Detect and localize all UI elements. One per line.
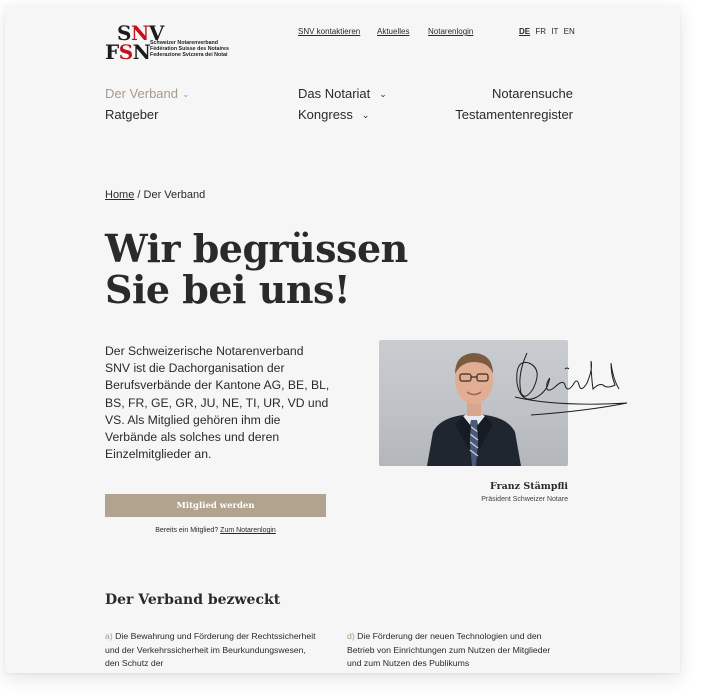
snv-logo[interactable]: SNV FSN Schweizer Notarenverband Fédérat… xyxy=(105,22,240,66)
president-name: Franz Stämpfli xyxy=(490,481,568,492)
purpose-item-text: Die Bewahrung und Förderung der Rechtssi… xyxy=(105,631,316,668)
page-title: Wir begrüssen Sie bei uns! xyxy=(105,228,445,310)
language-switcher: DE FR IT EN xyxy=(519,27,578,36)
lang-it[interactable]: IT xyxy=(551,27,558,36)
purpose-item-text: Die Förderung der neuen Technologien und… xyxy=(347,631,551,668)
lang-fr[interactable]: FR xyxy=(535,27,546,36)
logo-subtitle-it: Federazione Svizzera dei Notai xyxy=(150,52,228,59)
logo-line-2: FSN xyxy=(105,40,151,64)
page-title-line-2: Sie bei uns! xyxy=(105,267,351,312)
president-role: Präsident Schweizer Notare xyxy=(481,496,568,503)
purpose-item-letter: d) xyxy=(347,631,355,641)
logo-subtitle: Schweizer Notarenverband Fédération Suis… xyxy=(150,40,229,59)
purpose-item-d: d) Die Förderung der neuen Technologien … xyxy=(347,630,562,671)
intro-text: Der Schweizerische Notarenverband SNV is… xyxy=(105,344,330,462)
nav-das-notariat[interactable]: Das Notariat ⌄ xyxy=(298,86,387,101)
link-news[interactable]: Aktuelles xyxy=(377,27,409,36)
lang-de[interactable]: DE xyxy=(519,27,530,36)
become-member-button[interactable]: Mitglied werden xyxy=(105,494,326,517)
member-login-link[interactable]: Zum Notarenlogin xyxy=(220,527,276,534)
member-login-hint: Bereits ein Mitglied? Zum Notarenlogin xyxy=(105,527,326,534)
main-nav: Der Verband ⌄ Das Notariat ⌄ Notarensuche … xyxy=(105,86,573,126)
nav-notarensuche[interactable]: Notarensuche xyxy=(492,86,573,101)
purpose-item-letter: a) xyxy=(105,631,113,641)
purpose-item-a: a) Die Bewahrung und Förderung der Recht… xyxy=(105,630,320,671)
nav-ratgeber[interactable]: Ratgeber xyxy=(105,107,158,122)
signature-image xyxy=(514,352,628,416)
link-notary-login[interactable]: Notarenlogin xyxy=(428,27,473,36)
chevron-down-icon: ⌄ xyxy=(182,89,190,99)
breadcrumb-separator: / xyxy=(134,189,144,201)
nav-kongress[interactable]: Kongress ⌄ xyxy=(298,107,369,122)
nav-testamentenregister[interactable]: Testamentenregister xyxy=(455,107,573,122)
breadcrumb: Home / Der Verband xyxy=(105,189,205,201)
nav-das-notariat-label: Das Notariat xyxy=(298,86,371,101)
nav-der-verband-label: Der Verband xyxy=(105,86,178,101)
chevron-down-icon: ⌄ xyxy=(379,89,387,99)
section-title: Der Verband bezweckt xyxy=(105,592,281,608)
page-title-line-1: Wir begrüssen xyxy=(105,226,408,271)
link-contact[interactable]: SNV kontaktieren xyxy=(298,27,360,36)
chevron-down-icon: ⌄ xyxy=(361,110,370,120)
member-login-text: Bereits ein Mitglied? xyxy=(155,527,221,534)
lang-en[interactable]: EN xyxy=(564,27,575,36)
breadcrumb-current: Der Verband xyxy=(143,189,206,201)
nav-der-verband[interactable]: Der Verband ⌄ xyxy=(105,86,190,101)
breadcrumb-home[interactable]: Home xyxy=(105,189,134,201)
nav-kongress-label: Kongress xyxy=(298,107,353,122)
